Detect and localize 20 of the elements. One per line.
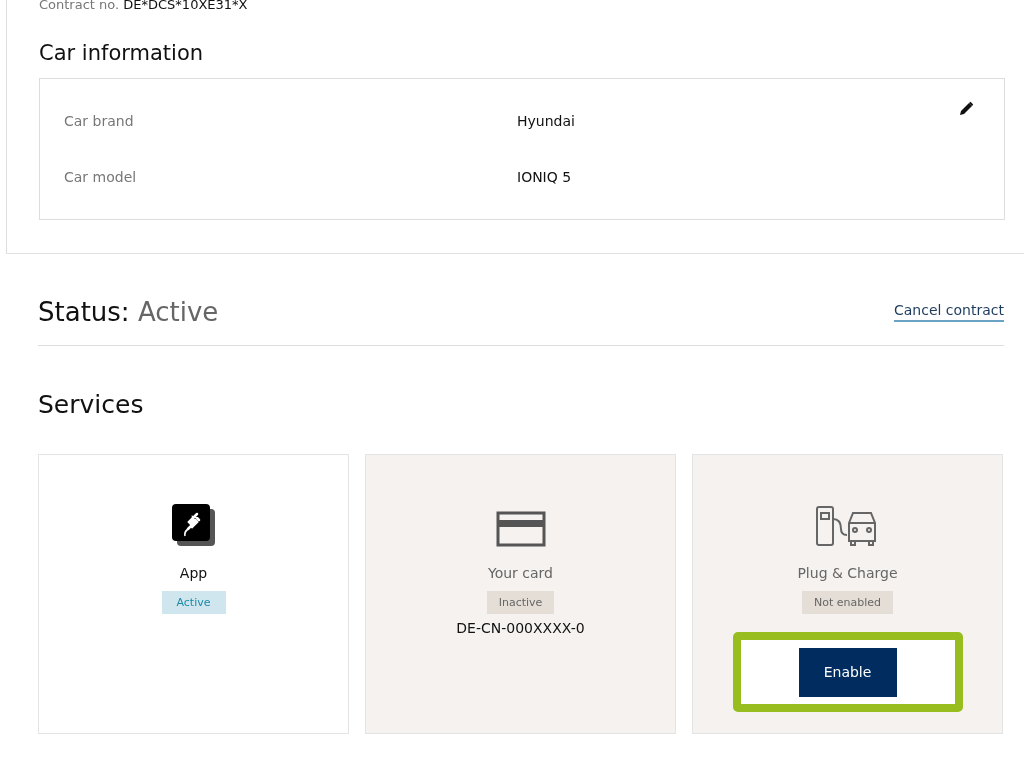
status-badge: Inactive	[486, 591, 555, 614]
field-label: Car model	[64, 169, 138, 187]
edit-icon[interactable]	[958, 101, 974, 117]
field-label: Car brand	[64, 113, 135, 131]
credit-card-icon	[495, 511, 546, 547]
plug-app-icon	[170, 503, 217, 547]
contract-number: DE*DCS*10XE31*X	[123, 0, 248, 12]
status-badge: Not enabled	[801, 591, 893, 614]
status-heading: Status: Active	[38, 296, 219, 327]
section-title: Car information	[39, 40, 205, 66]
section-title: Services	[38, 390, 145, 420]
field-value: IONIQ 5	[517, 169, 573, 187]
status-badge: Active	[161, 591, 226, 614]
cancel-contract-link[interactable]: Cancel contract	[893, 301, 1004, 322]
service-name: Your card	[488, 565, 553, 581]
card-number: DE-CN-000XXXX-0	[456, 620, 585, 636]
service-name: Plug & Charge	[797, 565, 898, 581]
contract-label: Contract no.	[39, 0, 120, 12]
service-name: App	[179, 565, 208, 581]
field-value: Hyundai	[517, 113, 576, 131]
